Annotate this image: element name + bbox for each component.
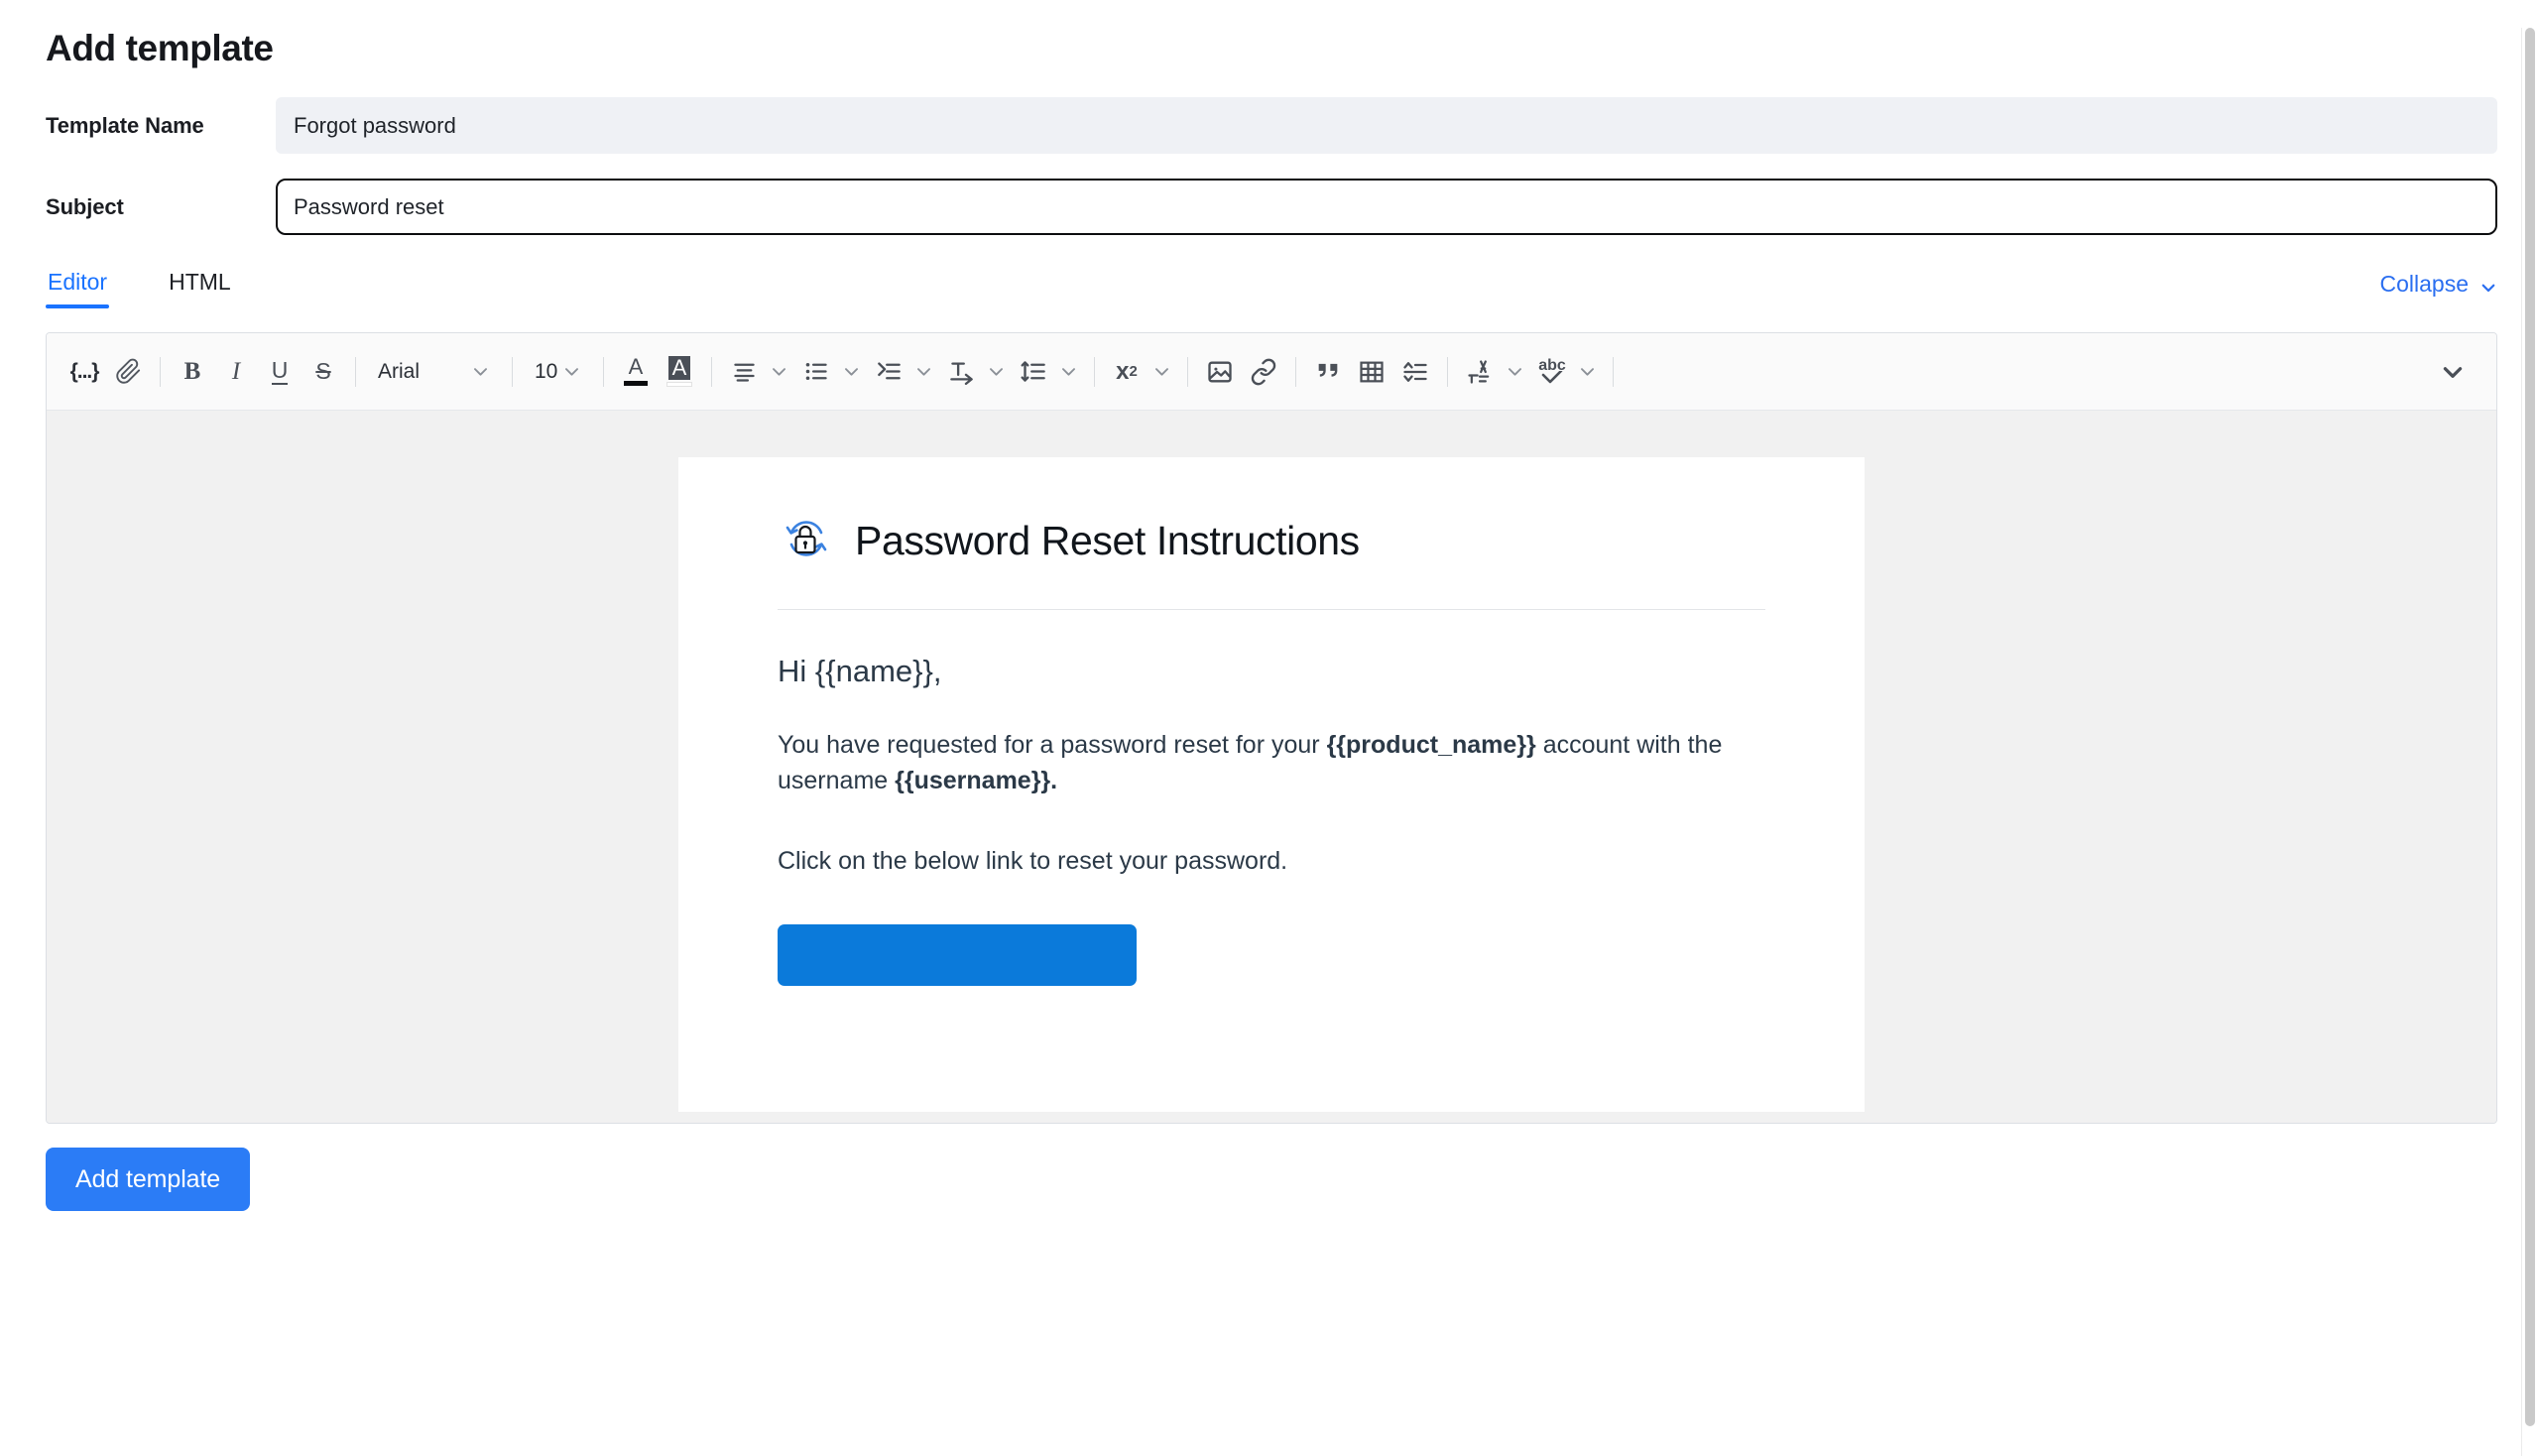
form-footer: Add template: [46, 1148, 2497, 1211]
chevron-down-icon: [983, 362, 1012, 381]
superscript-glyph: x: [1116, 358, 1129, 386]
collapse-label: Collapse: [2380, 271, 2470, 298]
text-color-swatch: [624, 381, 648, 386]
chevron-down-icon: [2479, 276, 2497, 294]
email-preview: Password Reset Instructions Hi {{name}},…: [678, 457, 1865, 1112]
email-reset-cta-button[interactable]: [778, 924, 1137, 986]
attachment-icon[interactable]: [106, 346, 150, 398]
chevron-down-icon: [1055, 362, 1084, 381]
superscript-icon: x2: [1105, 346, 1148, 398]
merge-tag-username: {{username}}.: [895, 767, 1057, 794]
chevron-down-icon: [471, 362, 502, 381]
blockquote-icon[interactable]: [1306, 346, 1350, 398]
separator: [1295, 357, 1296, 387]
tab-html[interactable]: HTML: [167, 269, 233, 308]
chevron-down-icon: [910, 362, 939, 381]
separator: [603, 357, 604, 387]
subject-input[interactable]: [276, 179, 2497, 235]
clear-formatting-dropdown[interactable]: [1458, 346, 1530, 398]
clear-formatting-icon: [1458, 346, 1502, 398]
chevron-down-icon: [1148, 362, 1177, 381]
text-color-glyph: A: [629, 357, 644, 378]
separator: [1187, 357, 1188, 387]
page-title: Add template: [46, 28, 2497, 69]
strikethrough-icon[interactable]: S: [302, 346, 345, 398]
template-name-row: Template Name: [46, 97, 2497, 154]
email-greeting: Hi {{name}},: [778, 654, 1765, 689]
paragraph1-text-1: You have requested for a password reset …: [778, 731, 1327, 759]
add-template-button[interactable]: Add template: [46, 1148, 250, 1211]
separator: [355, 357, 356, 387]
merge-tag-product-name: {{product_name}}: [1327, 731, 1536, 759]
underline-glyph: U: [272, 358, 289, 384]
text-color-icon[interactable]: A: [614, 346, 658, 398]
font-size-select[interactable]: 10: [523, 346, 593, 398]
italic-icon[interactable]: I: [214, 346, 258, 398]
editor-toolbar: {...} B I U S Arial: [47, 333, 2496, 411]
spellcheck-icon: abc: [1530, 346, 1574, 398]
email-header: Password Reset Instructions: [778, 511, 1765, 610]
merge-fields-glyph: {...}: [70, 360, 99, 384]
chevron-down-icon: [766, 362, 794, 381]
bold-icon[interactable]: B: [171, 346, 214, 398]
bulleted-list-dropdown[interactable]: [794, 346, 867, 398]
separator: [512, 357, 513, 387]
bulleted-list-icon: [794, 346, 838, 398]
chevron-down-icon: [838, 362, 867, 381]
indent-dropdown[interactable]: [867, 346, 939, 398]
add-template-page: Add template Template Name Subject Edito…: [0, 28, 2537, 1456]
separator: [1613, 357, 1614, 387]
chevron-down-icon: [1574, 362, 1603, 381]
subject-row: Subject: [46, 179, 2497, 235]
separator: [711, 357, 712, 387]
template-name-input[interactable]: [276, 97, 2497, 154]
page-scrollbar-thumb[interactable]: [2525, 28, 2535, 1426]
subject-field-wrap: [276, 179, 2497, 235]
superscript-dropdown[interactable]: x2: [1105, 346, 1177, 398]
bold-glyph: B: [184, 358, 201, 386]
editor-tabs: Editor HTML Collapse: [46, 269, 2497, 316]
collapse-button[interactable]: Collapse: [2380, 269, 2498, 298]
chevron-down-icon: [1502, 362, 1530, 381]
password-reset-lock-icon: [778, 511, 833, 571]
email-paragraph-1: You have requested for a password reset …: [778, 727, 1765, 799]
separator: [1094, 357, 1095, 387]
separator: [1447, 357, 1448, 387]
editor-canvas[interactable]: Password Reset Instructions Hi {{name}},…: [47, 411, 2496, 1124]
text-direction-icon: [939, 346, 983, 398]
rich-text-editor: {...} B I U S Arial: [46, 332, 2497, 1124]
email-paragraph-2: Click on the below link to reset your pa…: [778, 843, 1765, 879]
font-family-select[interactable]: Arial: [366, 346, 502, 398]
italic-glyph: I: [232, 358, 240, 386]
sort-icon[interactable]: [1393, 346, 1437, 398]
text-direction-dropdown[interactable]: [939, 346, 1012, 398]
insert-image-icon[interactable]: [1198, 346, 1242, 398]
insert-table-icon[interactable]: [1350, 346, 1393, 398]
separator: [160, 357, 161, 387]
highlight-glyph: A: [668, 356, 691, 379]
highlight-color-icon[interactable]: A: [658, 346, 701, 398]
insert-link-icon[interactable]: [1242, 346, 1285, 398]
spellcheck-dropdown[interactable]: abc: [1530, 346, 1603, 398]
indent-icon: [867, 346, 910, 398]
font-family-value: Arial: [366, 360, 471, 384]
highlight-swatch: [666, 382, 692, 387]
toolbar-more-icon[interactable]: [2431, 346, 2475, 398]
chevron-down-icon: [562, 362, 593, 381]
strike-glyph: S: [315, 358, 330, 385]
line-height-icon: [1012, 346, 1055, 398]
font-size-value: 10: [523, 360, 562, 384]
underline-icon[interactable]: U: [258, 346, 302, 398]
superscript-exponent: 2: [1130, 363, 1138, 380]
merge-fields-icon[interactable]: {...}: [62, 346, 106, 398]
align-dropdown[interactable]: [722, 346, 794, 398]
subject-label: Subject: [46, 194, 276, 220]
email-heading: Password Reset Instructions: [855, 518, 1360, 564]
align-icon: [722, 346, 766, 398]
line-height-dropdown[interactable]: [1012, 346, 1084, 398]
tab-editor[interactable]: Editor: [46, 269, 109, 308]
template-name-label: Template Name: [46, 113, 276, 139]
page-scrollbar[interactable]: [2521, 28, 2537, 1456]
